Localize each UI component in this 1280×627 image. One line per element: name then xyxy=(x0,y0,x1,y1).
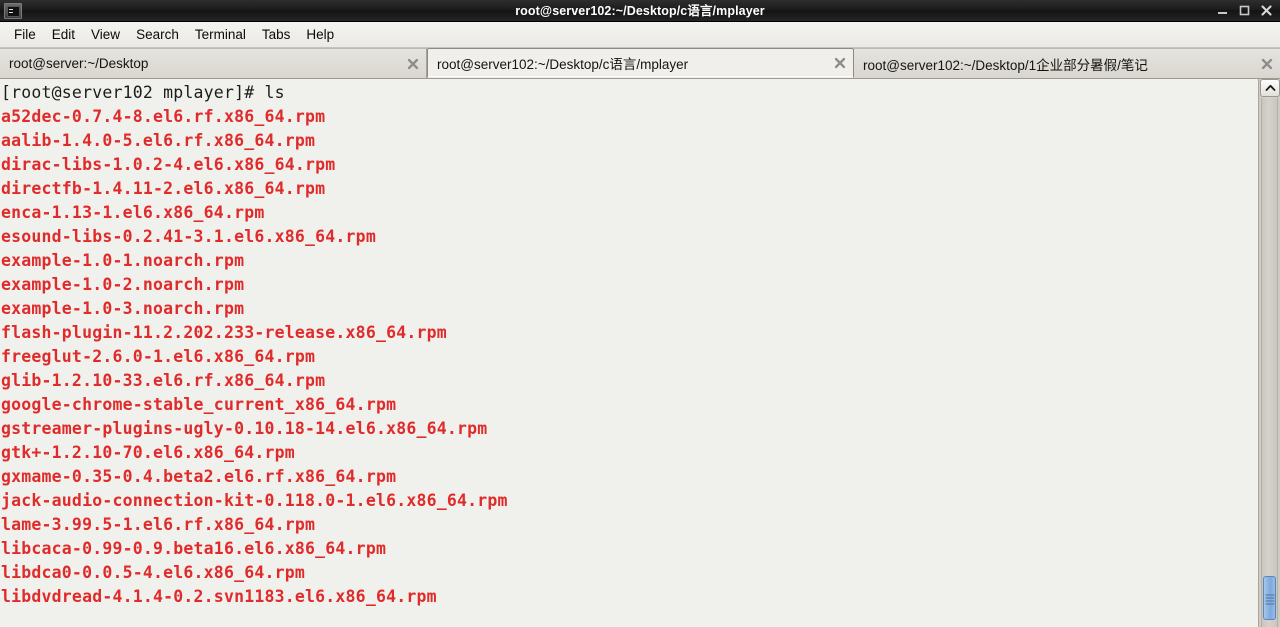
scrollbar-thumb[interactable] xyxy=(1263,576,1276,620)
menu-item-file[interactable]: File xyxy=(6,25,44,44)
terminal-body: [root@server102 mplayer]# ls a52dec-0.7.… xyxy=(0,79,1280,627)
close-icon[interactable] xyxy=(402,49,424,78)
terminal-file-line: a52dec-0.7.4-8.el6.rf.x86_64.rpm xyxy=(1,107,326,126)
terminal-file-line: flash-plugin-11.2.202.233-release.x86_64… xyxy=(1,323,447,342)
terminal-prompt-line: [root@server102 mplayer]# ls xyxy=(1,83,285,102)
chevron-up-icon[interactable] xyxy=(1260,79,1280,97)
terminal-file-line: lame-3.99.5-1.el6.rf.x86_64.rpm xyxy=(1,515,316,534)
terminal-file-line: gtk+-1.2.10-70.el6.x86_64.rpm xyxy=(1,443,295,462)
title-bar: root@server102:~/Desktop/c语言/mplayer xyxy=(0,0,1280,22)
terminal-file-list: a52dec-0.7.4-8.el6.rf.x86_64.rpm aalib-1.… xyxy=(1,105,1258,609)
maximize-button[interactable] xyxy=(1238,4,1251,17)
terminal-file-line: jack-audio-connection-kit-0.118.0-1.el6.… xyxy=(1,491,508,510)
tab-label: root@server102:~/Desktop/1企业部分暑假/笔记 xyxy=(863,57,1148,73)
tab-label: root@server:~/Desktop xyxy=(9,56,149,71)
terminal-file-line: enca-1.13-1.el6.x86_64.rpm xyxy=(1,203,265,222)
terminal-file-line: directfb-1.4.11-2.el6.x86_64.rpm xyxy=(1,179,326,198)
tab-label: root@server102:~/Desktop/c语言/mplayer xyxy=(437,57,689,72)
window-title: root@server102:~/Desktop/c语言/mplayer xyxy=(515,3,765,18)
minimize-button[interactable] xyxy=(1216,4,1229,17)
terminal-scrollbar[interactable] xyxy=(1258,79,1280,627)
terminal-file-line: google-chrome-stable_current_x86_64.rpm xyxy=(1,395,397,414)
terminal-file-line: freeglut-2.6.0-1.el6.x86_64.rpm xyxy=(1,347,316,366)
tab-notes[interactable]: root@server102:~/Desktop/1企业部分暑假/笔记 xyxy=(854,48,1280,78)
menu-item-search[interactable]: Search xyxy=(128,25,187,44)
terminal-file-line: esound-libs-0.2.41-3.1.el6.x86_64.rpm xyxy=(1,227,376,246)
terminal-file-line: libcaca-0.99-0.9.beta16.el6.x86_64.rpm xyxy=(1,539,387,558)
terminal-file-line: aalib-1.4.0-5.el6.rf.x86_64.rpm xyxy=(1,131,316,150)
close-icon[interactable] xyxy=(1256,49,1278,78)
tab-bar: root@server:~/Desktop root@server102:~/D… xyxy=(0,48,1280,79)
tab-desktop[interactable]: root@server:~/Desktop xyxy=(0,48,427,78)
terminal-file-line: example-1.0-3.noarch.rpm xyxy=(1,299,245,318)
terminal-file-line: example-1.0-2.noarch.rpm xyxy=(1,275,245,294)
terminal-file-line: example-1.0-1.noarch.rpm xyxy=(1,251,245,270)
terminal-file-line: dirac-libs-1.0.2-4.el6.x86_64.rpm xyxy=(1,155,336,174)
terminal-file-line: gstreamer-plugins-ugly-0.10.18-14.el6.x8… xyxy=(1,419,488,438)
scroll-thumb-grip xyxy=(1265,597,1274,599)
tab-mplayer[interactable]: root@server102:~/Desktop/c语言/mplayer xyxy=(427,48,854,78)
menu-item-tabs[interactable]: Tabs xyxy=(254,25,299,44)
menu-item-view[interactable]: View xyxy=(83,25,128,44)
window-controls xyxy=(1216,4,1280,17)
menu-item-help[interactable]: Help xyxy=(298,25,342,44)
terminal-file-line: libdca0-0.0.5-4.el6.x86_64.rpm xyxy=(1,563,306,582)
terminal-file-line: gxmame-0.35-0.4.beta2.el6.rf.x86_64.rpm xyxy=(1,467,397,486)
menu-item-terminal[interactable]: Terminal xyxy=(187,25,254,44)
terminal-file-line: libdvdread-4.1.4-0.2.svn1183.el6.x86_64.… xyxy=(1,587,437,606)
terminal-output[interactable]: [root@server102 mplayer]# ls a52dec-0.7.… xyxy=(0,79,1258,627)
menu-bar: File Edit View Search Terminal Tabs Help xyxy=(0,22,1280,48)
scrollbar-trough[interactable] xyxy=(1261,98,1278,627)
terminal-icon xyxy=(4,2,22,19)
terminal-file-line: glib-1.2.10-33.el6.rf.x86_64.rpm xyxy=(1,371,326,390)
close-button[interactable] xyxy=(1260,4,1273,17)
close-icon[interactable] xyxy=(829,49,851,77)
terminal-window: root@server102:~/Desktop/c语言/mplayer Fil… xyxy=(0,0,1280,627)
menu-item-edit[interactable]: Edit xyxy=(44,25,83,44)
